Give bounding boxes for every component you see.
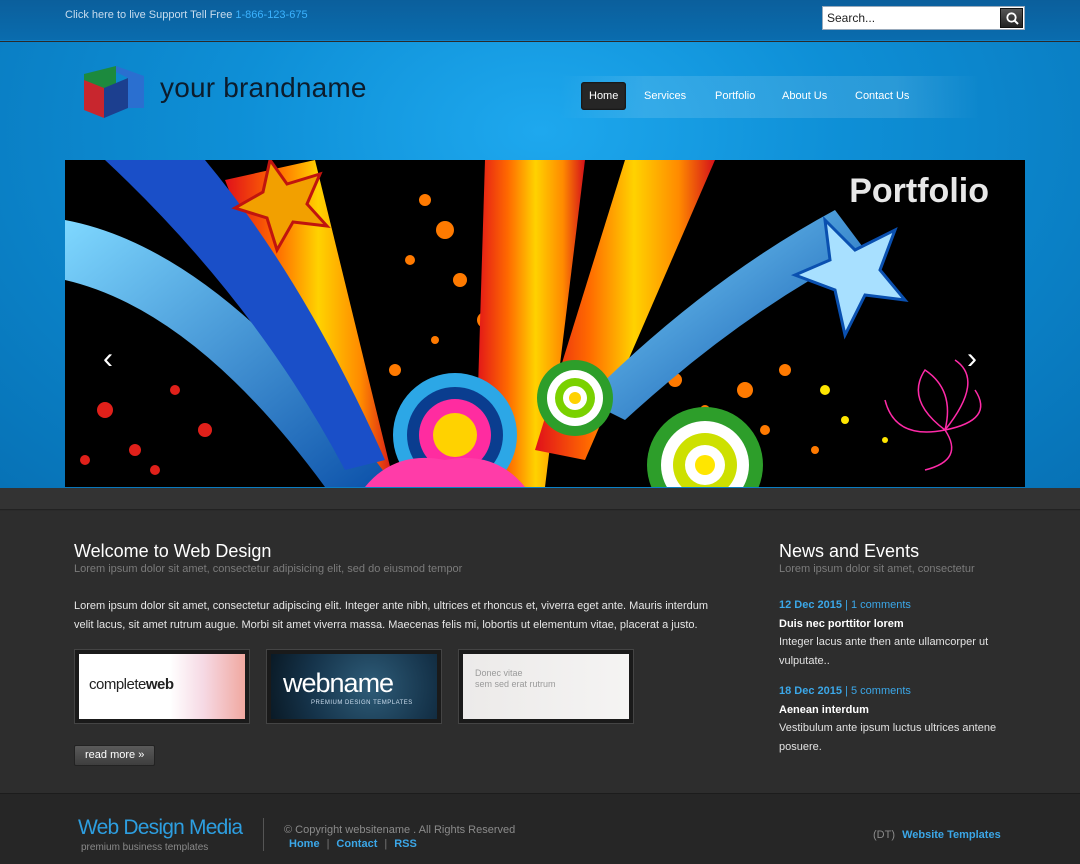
top-bar: Click here to live Support Tell Free 1-8…: [0, 0, 1080, 41]
main-nav: Home Services Portfolio About Us Contact…: [560, 76, 980, 118]
nav-about-us[interactable]: About Us: [774, 82, 835, 110]
support-label[interactable]: Click here to live Support Tell Free: [65, 9, 232, 21]
thumb-3-label-b: sem sed erat rutrum: [475, 679, 556, 689]
footer-tagline: premium business templates: [81, 842, 209, 853]
thumbnail-1[interactable]: completeweb: [74, 649, 250, 724]
news-1-text: Integer lacus ante then ante ullamcorper…: [779, 636, 989, 667]
brand-name[interactable]: your brandname: [160, 72, 367, 104]
thumb-2-label-a: webname: [283, 668, 394, 698]
news-1-meta: 12 Dec 2015 | 1 comments: [779, 599, 911, 611]
header: your brandname Home Services Portfolio A…: [0, 42, 1080, 488]
slide-title: Portfolio: [849, 172, 989, 210]
search-input[interactable]: [823, 7, 999, 29]
search-button[interactable]: [1000, 8, 1023, 28]
news-title: News and Events: [779, 541, 920, 561]
slider-prev-arrow-icon[interactable]: ‹: [103, 344, 113, 374]
news-2-headline[interactable]: Aenean interdum: [779, 704, 869, 716]
thumb-2-label-b: PREMIUM DESIGN TEMPLATES: [311, 700, 413, 706]
search-icon: [1006, 12, 1019, 25]
image-slider[interactable]: Portfolio ‹ ›: [65, 160, 1025, 487]
search-box: [822, 6, 1025, 30]
news-2-text: Vestibulum ante ipsum luctus ultrices an…: [779, 722, 997, 753]
thumbnail-2[interactable]: webname PREMIUM DESIGN TEMPLATES: [266, 649, 442, 724]
welcome-title: Welcome to Web Design: [74, 541, 272, 561]
support-text[interactable]: Click here to live Support Tell Free 1-8…: [65, 9, 308, 21]
news-1-date[interactable]: 12 Dec 2015: [779, 599, 842, 611]
news-2-comments-link[interactable]: 5 comments: [851, 685, 911, 697]
footer-link-rss[interactable]: RSS: [394, 838, 417, 850]
main-content: Welcome to Web Design Lorem ipsum dolor …: [0, 511, 1080, 793]
footer-dt: (DT): [873, 829, 895, 841]
read-more-button[interactable]: read more »: [74, 745, 155, 766]
slider-next-arrow-icon[interactable]: ›: [967, 344, 977, 374]
footer-templates-link[interactable]: Website Templates: [902, 829, 1001, 841]
support-phone[interactable]: 1-866-123-675: [235, 9, 307, 21]
thumb-1-label-a: complete: [89, 676, 146, 693]
welcome-body: Lorem ipsum dolor sit amet, consectetur …: [74, 600, 709, 631]
footer-divider: [263, 818, 264, 851]
slider-shadow-strip: [0, 488, 1080, 510]
nav-home[interactable]: Home: [581, 82, 627, 110]
nav-contact-us[interactable]: Contact Us: [847, 82, 917, 110]
footer-links: Home | Contact | RSS: [289, 838, 417, 850]
thumb-3-label-a: Donec vitae: [475, 668, 523, 678]
brand-logo-icon[interactable]: [82, 64, 146, 118]
nav-portfolio[interactable]: Portfolio: [707, 82, 763, 110]
news-2-meta: 18 Dec 2015 | 5 comments: [779, 685, 911, 697]
footer: Web Design Media premium business templa…: [0, 793, 1080, 864]
footer-link-home[interactable]: Home: [289, 838, 320, 850]
thumbnail-3[interactable]: Donec vitae sem sed erat rutrum: [458, 649, 634, 724]
welcome-subtitle: Lorem ipsum dolor sit amet, consectetur …: [74, 563, 463, 575]
footer-link-contact[interactable]: Contact: [336, 838, 377, 850]
footer-brand[interactable]: Web Design Media: [78, 816, 243, 840]
nav-services[interactable]: Services: [636, 82, 694, 110]
footer-copyright: © Copyright websitename . All Rights Res…: [284, 824, 516, 836]
news-1-headline[interactable]: Duis nec porttitor lorem: [779, 618, 904, 630]
news-subtitle: Lorem ipsum dolor sit amet, consectetur: [779, 563, 975, 575]
thumb-1-label-b: web: [145, 676, 174, 693]
footer-credit: (DT) Website Templates: [873, 829, 1001, 841]
news-2-date[interactable]: 18 Dec 2015: [779, 685, 842, 697]
news-1-comments-link[interactable]: 1 comments: [851, 599, 911, 611]
